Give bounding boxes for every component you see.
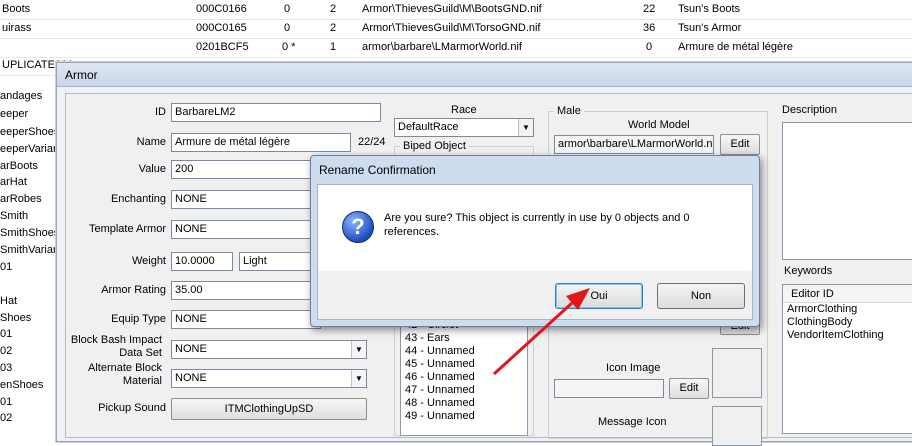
pickup-sound-button[interactable]: ITMClothingUpSD bbox=[171, 398, 367, 420]
name-label: Name bbox=[136, 136, 166, 148]
template-armor-dropdown[interactable]: NONE bbox=[171, 220, 321, 239]
table-row[interactable]: Boots 000C0166 0 2 Armor\ThievesGuild\M\… bbox=[0, 0, 912, 20]
list-item[interactable]: 44 - Unnamed bbox=[401, 345, 527, 358]
list-item[interactable]: 01 bbox=[0, 328, 60, 346]
keywords-list[interactable]: Editor ID ArmorClothing ClothingBody Ven… bbox=[782, 284, 912, 434]
value-field[interactable]: 200 bbox=[171, 160, 321, 179]
oui-button[interactable]: Oui bbox=[555, 283, 643, 309]
alternate-block-label: Alternate Block Material bbox=[88, 362, 162, 387]
icon-image-edit-button[interactable]: Edit bbox=[669, 378, 709, 399]
rename-confirmation-dialog: Rename Confirmation ? Are you sure? This… bbox=[310, 155, 760, 327]
weight-class-dropdown[interactable]: Light bbox=[239, 252, 319, 271]
icon-image-label: Icon Image bbox=[606, 362, 661, 374]
message-icon-label: Message Icon bbox=[598, 416, 667, 428]
list-item[interactable]: SmithShoes bbox=[0, 227, 60, 245]
non-button[interactable]: Non bbox=[657, 283, 745, 309]
list-item[interactable]: 02 bbox=[0, 345, 60, 363]
list-item[interactable]: ArmorClothing bbox=[783, 303, 912, 316]
alternate-block-dropdown[interactable]: NONE ▼ bbox=[171, 369, 367, 388]
list-item[interactable]: 02 bbox=[0, 412, 60, 430]
name-field[interactable]: Armure de métal légère bbox=[171, 133, 351, 152]
list-item[interactable]: SmithVarian bbox=[0, 244, 60, 262]
armor-rating-label: Armor Rating bbox=[101, 284, 166, 296]
chevron-down-icon[interactable]: ▼ bbox=[518, 119, 533, 136]
list-item[interactable]: arRobes bbox=[0, 193, 60, 211]
list-item[interactable]: andages bbox=[0, 90, 60, 108]
list-item[interactable]: Smith bbox=[0, 210, 60, 228]
list-item[interactable]: ClothingBody bbox=[783, 316, 912, 329]
id-label: ID bbox=[155, 106, 166, 118]
list-item[interactable]: 46 - Unnamed bbox=[401, 371, 527, 384]
table-row[interactable]: 0201BCF5 0 * 1 armor\barbare\LMarmorWorl… bbox=[0, 38, 912, 58]
biped-object-label: Biped Object bbox=[400, 140, 469, 152]
list-item[interactable]: eeperVariant bbox=[0, 143, 60, 161]
list-item[interactable]: eeper bbox=[0, 108, 60, 126]
biped-object-list[interactable]: 42 - Circlet 43 - Ears 44 - Unnamed 45 -… bbox=[400, 318, 528, 436]
race-dropdown[interactable]: DefaultRace ▼ bbox=[394, 118, 534, 137]
dialog-message: Are you sure? This object is currently i… bbox=[384, 212, 690, 238]
value-label: Value bbox=[138, 163, 166, 175]
equip-type-dropdown[interactable]: NONE bbox=[171, 310, 321, 329]
list-item[interactable]: eeperShoes bbox=[0, 126, 60, 144]
race-label: Race bbox=[451, 104, 477, 116]
keywords-column-header[interactable]: Editor ID bbox=[783, 285, 912, 303]
list-item[interactable]: 43 - Ears bbox=[401, 332, 527, 345]
icon-image-preview bbox=[712, 348, 762, 398]
block-bash-label: Block Bash Impact Data Set bbox=[70, 334, 162, 359]
list-item[interactable]: VendorItemClothing bbox=[783, 329, 912, 342]
description-textarea[interactable] bbox=[782, 122, 912, 260]
equip-type-label: Equip Type bbox=[111, 313, 166, 325]
dialog-title: Rename Confirmation bbox=[319, 163, 436, 177]
keywords-label: Keywords bbox=[784, 265, 833, 277]
question-icon: ? bbox=[342, 211, 374, 243]
pickup-sound-label: Pickup Sound bbox=[98, 402, 166, 414]
list-item[interactable]: 45 - Unnamed bbox=[401, 358, 527, 371]
enchanting-label: Enchanting bbox=[110, 193, 166, 205]
list-item[interactable]: 03 bbox=[0, 362, 60, 380]
message-icon-preview bbox=[712, 406, 762, 446]
description-label: Description bbox=[782, 104, 838, 116]
enchanting-dropdown[interactable]: NONE bbox=[171, 190, 321, 209]
icon-image-field[interactable] bbox=[554, 379, 664, 398]
dialog-content: ? Are you sure? This object is currently… bbox=[318, 185, 752, 271]
name-char-count: 22/24 bbox=[358, 136, 386, 148]
chevron-down-icon[interactable]: ▼ bbox=[351, 341, 366, 358]
world-model-label: World Model bbox=[628, 119, 690, 131]
list-item[interactable]: 48 - Unnamed bbox=[401, 397, 527, 410]
id-field[interactable]: BarbareLM2 bbox=[171, 103, 381, 122]
list-item[interactable]: Hat bbox=[0, 295, 60, 313]
dialog-body: ? Are you sure? This object is currently… bbox=[317, 184, 753, 320]
world-model-edit-button[interactable]: Edit bbox=[720, 134, 760, 155]
male-label: Male bbox=[554, 105, 584, 117]
list-item[interactable]: enShoes bbox=[0, 379, 60, 397]
list-item[interactable]: arHat bbox=[0, 176, 60, 194]
table-row[interactable]: uirass 000C0165 0 2 Armor\ThievesGuild\M… bbox=[0, 19, 912, 39]
background-left-column: andages eeper eeperShoes eeperVariant ar… bbox=[0, 0, 60, 425]
weight-label: Weight bbox=[131, 255, 166, 267]
chevron-down-icon[interactable]: ▼ bbox=[351, 370, 366, 387]
list-item[interactable]: 01 bbox=[0, 261, 60, 279]
armor-window-title: Armor bbox=[57, 63, 912, 87]
weight-field[interactable]: 10.0000 bbox=[171, 252, 233, 271]
world-model-field[interactable]: armor\barbare\LMarmorWorld.ni bbox=[554, 135, 714, 154]
block-bash-dropdown[interactable]: NONE ▼ bbox=[171, 340, 367, 359]
list-item[interactable]: 49 - Unnamed bbox=[401, 410, 527, 423]
list-item[interactable]: 47 - Unnamed bbox=[401, 384, 527, 397]
template-armor-label: Template Armor bbox=[88, 223, 166, 235]
armor-rating-field[interactable]: 35.00 bbox=[171, 281, 321, 300]
